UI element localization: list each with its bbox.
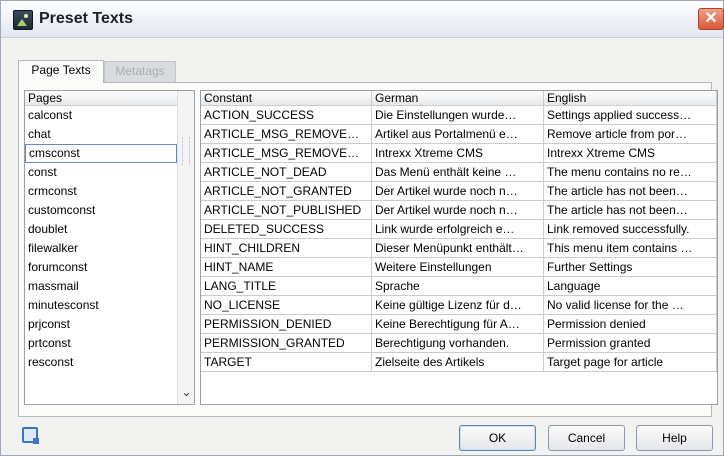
pages-scrollbar[interactable]: ⌄ [177,91,194,404]
constant-cell[interactable]: TARGET [201,353,372,372]
pages-column-header[interactable]: Pages [25,91,177,106]
german-cell[interactable]: Artikel aus Portalmenü e… [372,125,544,144]
german-cell[interactable]: Link wurde erfolgreich e… [372,220,544,239]
cancel-button[interactable]: Cancel [548,425,625,451]
pages-list[interactable]: Pages calconst chat cmsconst const crmconst c… [24,90,195,405]
english-cell[interactable]: Permission granted [544,334,717,353]
page-list-item[interactable]: prjconst [25,315,177,334]
constant-cell[interactable]: ARTICLE_MSG_REMOVE… [201,144,372,163]
german-cell[interactable]: Keine gültige Lizenz für d… [372,296,544,315]
page-list-item[interactable]: prtconst [25,334,177,353]
column-header-constant[interactable]: Constant [201,91,372,106]
german-cell[interactable]: Sprache [372,277,544,296]
german-cell[interactable]: Der Artikel wurde noch n… [372,182,544,201]
german-cell[interactable]: Die Einstellungen wurde… [372,106,544,125]
english-cell[interactable]: Settings applied success… [544,106,717,125]
constant-cell[interactable]: ARTICLE_NOT_DEAD [201,163,372,182]
german-cell[interactable]: Berechtigung vorhanden. [372,334,544,353]
preset-texts-dialog: Preset Texts ✕ Page Texts Metatags Pages… [0,0,724,456]
page-list-item[interactable]: resconst [25,353,177,372]
english-cell[interactable]: The article has not been… [544,182,717,201]
constant-cell[interactable]: ACTION_SUCCESS [201,106,372,125]
english-cell[interactable]: The menu contains no re… [544,163,717,182]
constant-cell[interactable]: ARTICLE_MSG_REMOVE… [201,125,372,144]
german-cell[interactable]: Das Menü enthält keine … [372,163,544,182]
english-cell[interactable]: This menu item contains … [544,239,717,258]
english-cell[interactable]: Intrexx Xtreme CMS [544,144,717,163]
ok-button[interactable]: OK [459,425,536,451]
tab-metatags[interactable]: Metatags [104,61,176,82]
column-header-english[interactable]: English [544,91,717,106]
constant-cell[interactable]: HINT_NAME [201,258,372,277]
english-cell[interactable]: Remove article from por… [544,125,717,144]
english-cell[interactable]: Permission denied [544,315,717,334]
english-cell[interactable]: No valid license for the … [544,296,717,315]
german-cell[interactable]: Intrexx Xtreme CMS [372,144,544,163]
tab-page-texts[interactable]: Page Texts [18,60,104,83]
page-list-item[interactable]: customconst [25,201,177,220]
page-list-item[interactable]: crmconst [25,182,177,201]
scroll-down-icon[interactable]: ⌄ [178,383,194,401]
constant-cell[interactable]: LANG_TITLE [201,277,372,296]
german-cell[interactable]: Weitere Einstellungen [372,258,544,277]
english-cell[interactable]: The article has not been… [544,201,717,220]
close-button[interactable]: ✕ [698,8,724,30]
constant-cell[interactable]: ARTICLE_NOT_PUBLISHED [201,201,372,220]
page-list-item[interactable]: doublet [25,220,177,239]
column-header-german[interactable]: German [372,91,544,106]
constant-cell[interactable]: NO_LICENSE [201,296,372,315]
constant-cell[interactable]: PERMISSION_GRANTED [201,334,372,353]
help-button[interactable]: Help [636,425,713,451]
english-cell[interactable]: Target page for article [544,353,717,372]
window-title: Preset Texts [39,10,133,27]
app-image-icon [13,10,33,30]
constant-cell[interactable]: ARTICLE_NOT_GRANTED [201,182,372,201]
page-list-item[interactable]: massmail [25,277,177,296]
page-list-item[interactable]: filewalker [25,239,177,258]
texts-table[interactable]: Constant German English ACTION_SUCCESS Die E… [200,90,718,405]
scrollbar-grip[interactable] [182,137,190,165]
page-list-item[interactable]: calconst [25,106,177,125]
german-cell[interactable]: Keine Berechtigung für A… [372,315,544,334]
page-list-item[interactable]: minutesconst [25,296,177,315]
edit-window-icon[interactable] [22,427,39,444]
german-cell[interactable]: Dieser Menüpunkt enthält… [372,239,544,258]
german-cell[interactable]: Zielseite des Artikels [372,353,544,372]
page-list-item[interactable]: chat [25,125,177,144]
page-list-item[interactable]: forumconst [25,258,177,277]
english-cell[interactable]: Link removed successfully. [544,220,717,239]
english-cell[interactable]: Further Settings [544,258,717,277]
page-list-item[interactable]: cmsconst [25,144,177,163]
title-bar[interactable]: Preset Texts ✕ [1,1,724,38]
constant-cell[interactable]: HINT_CHILDREN [201,239,372,258]
constant-cell[interactable]: DELETED_SUCCESS [201,220,372,239]
constant-cell[interactable]: PERMISSION_DENIED [201,315,372,334]
english-cell[interactable]: Language [544,277,717,296]
german-cell[interactable]: Der Artikel wurde noch n… [372,201,544,220]
page-list-item[interactable]: const [25,163,177,182]
